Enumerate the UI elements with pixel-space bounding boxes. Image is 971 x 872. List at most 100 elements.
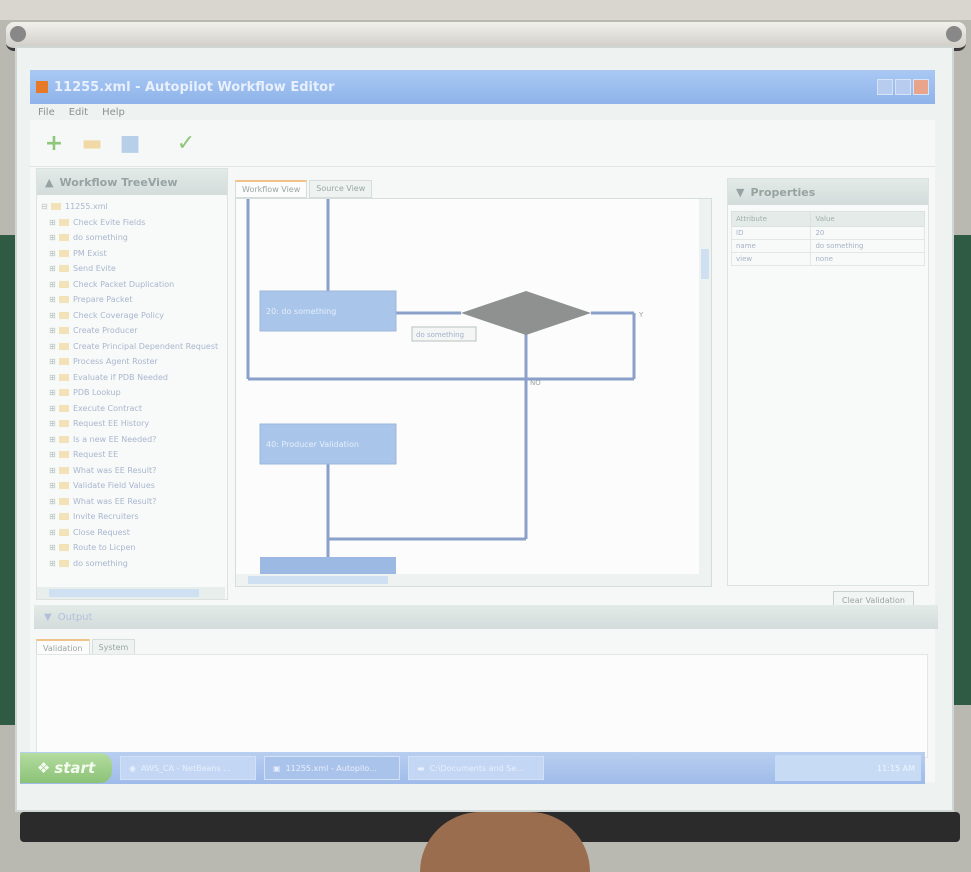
tree-item[interactable]: ⊞ do something — [39, 230, 225, 246]
menu-help[interactable]: Help — [102, 107, 125, 118]
expand-icon[interactable]: ⊞ — [49, 215, 57, 231]
canvas-horizontal-scrollbar[interactable] — [236, 574, 711, 586]
expand-icon[interactable]: ⊞ — [49, 432, 57, 448]
collapse-up-icon[interactable]: ▲ — [45, 176, 53, 189]
expand-icon[interactable]: ⊞ — [49, 494, 57, 510]
folder-icon — [59, 389, 69, 397]
expand-icon[interactable]: ⊞ — [49, 447, 57, 463]
collapse-down-icon[interactable]: ▼ — [736, 186, 744, 199]
tree-item[interactable]: ⊞ PDB Lookup — [39, 385, 225, 401]
expand-icon[interactable]: ⊞ — [49, 323, 57, 339]
taskbar-item[interactable]: ▬ C:\Documents and Se... — [408, 756, 544, 780]
expand-icon[interactable]: ⊞ — [49, 416, 57, 432]
tree-item[interactable]: ⊞ Invite Recruiters — [39, 509, 225, 525]
tree-item[interactable]: ⊞ Close Request — [39, 525, 225, 541]
table-cell[interactable]: do something — [810, 239, 925, 253]
scroll-thumb[interactable] — [248, 576, 388, 584]
tree-item[interactable]: ⊞ Prepare Packet — [39, 292, 225, 308]
table-row[interactable]: view none — [730, 252, 925, 266]
tree-item[interactable]: ⊞ Check Coverage Policy — [39, 308, 225, 324]
workflow-canvas[interactable]: 20: do something do something Y NO 40: P… — [235, 198, 712, 587]
expand-icon[interactable]: ⊞ — [49, 277, 57, 293]
tree-item[interactable]: ⊞ Check Evite Fields — [39, 215, 225, 231]
taskbar-item[interactable]: ▣ 11255.xml - Autopilo... — [264, 756, 400, 780]
tab-source-view[interactable]: Source View — [309, 180, 373, 198]
expand-icon[interactable]: ⊞ — [49, 401, 57, 417]
column-header[interactable]: Value — [810, 211, 925, 227]
expand-icon[interactable]: ⊞ — [49, 370, 57, 386]
expand-icon[interactable]: ⊞ — [49, 292, 57, 308]
tree-item-label: Check Evite Fields — [73, 217, 146, 227]
taskbar-item[interactable]: ◉ AWS_CA - NetBeans ... — [120, 756, 256, 780]
netbeans-icon: ◉ — [129, 763, 136, 773]
table-row[interactable]: name do something — [730, 239, 925, 253]
tree-item-label: do something — [73, 233, 128, 242]
tree-item[interactable]: ⊞ PM Exist — [39, 246, 225, 262]
table-cell: ID — [730, 226, 812, 240]
minimize-button[interactable] — [877, 79, 893, 95]
close-button[interactable] — [913, 79, 929, 95]
tree-item[interactable]: ⊞ Request EE History — [39, 416, 225, 432]
canvas-vertical-scrollbar[interactable] — [699, 199, 711, 574]
table-cell[interactable]: 20 — [810, 226, 925, 240]
column-header[interactable]: Attribute — [730, 211, 812, 227]
workflow-tree-panel: ▲ Workflow TreeView ⊟ 11255.xml ⊞ Check Ev… — [36, 168, 228, 600]
tree-item[interactable]: ⊞ Check Packet Duplication — [39, 277, 225, 293]
tree-item-label: Evaluate if PDB Needed — [73, 372, 168, 382]
expand-icon[interactable]: ⊞ — [49, 525, 57, 541]
expand-icon[interactable]: ⊞ — [49, 261, 57, 277]
clock[interactable]: 11:15 AM — [877, 764, 915, 773]
roller-cap-left — [10, 26, 26, 42]
tree-item[interactable]: ⊞ Route to Licpen — [39, 540, 225, 556]
table-row[interactable]: ID 20 — [730, 226, 925, 240]
expand-icon[interactable]: ⊞ — [49, 463, 57, 479]
maximize-button[interactable] — [895, 79, 911, 95]
expand-icon[interactable]: ⊞ — [49, 556, 57, 572]
menu-edit[interactable]: Edit — [69, 107, 88, 118]
start-button[interactable]: ❖ start — [20, 753, 112, 783]
expand-icon[interactable]: ⊞ — [49, 385, 57, 401]
tree-root[interactable]: ⊟ 11255.xml — [39, 199, 225, 215]
expand-icon[interactable]: ⊞ — [49, 478, 57, 494]
menu-file[interactable]: File — [38, 107, 55, 118]
tree-item-label: Prepare Packet — [73, 295, 133, 304]
table-cell[interactable]: none — [810, 252, 925, 266]
tree-item[interactable]: ⊞ Is a new EE Needed? — [39, 432, 225, 448]
expand-icon[interactable]: ⊞ — [49, 509, 57, 525]
tree-item[interactable]: ⊞ Send Evite — [39, 261, 225, 277]
scroll-thumb[interactable] — [701, 249, 709, 279]
tab-workflow-view[interactable]: Workflow View — [235, 180, 308, 198]
expand-icon[interactable]: ⊞ — [49, 540, 57, 556]
scroll-thumb[interactable] — [49, 589, 199, 597]
tree-item[interactable]: ⊞ What was EE Result? — [39, 463, 225, 479]
expand-icon[interactable]: ⊞ — [49, 308, 57, 324]
tree-item[interactable]: ⊞ Process Agent Roster — [39, 354, 225, 370]
add-icon[interactable]: + — [40, 129, 68, 157]
expand-icon[interactable]: ⊞ — [49, 339, 57, 355]
decision-node[interactable] — [461, 291, 591, 335]
tree-item[interactable]: ⊞ Evaluate if PDB Needed — [39, 370, 225, 386]
validate-checkmark-icon[interactable]: ✓ — [172, 129, 200, 157]
tree-item[interactable]: ⊞ Execute Contract — [39, 401, 225, 417]
tree-item[interactable]: ⊞ Validate Field Values — [39, 478, 225, 494]
tree-item[interactable]: ⊞ Request EE — [39, 447, 225, 463]
expand-icon[interactable]: ⊞ — [49, 230, 57, 246]
open-folder-icon[interactable]: ▬ — [78, 129, 106, 157]
save-icon[interactable]: ■ — [116, 129, 144, 157]
folder-icon — [59, 234, 69, 242]
tree-item[interactable]: ⊞ Create Producer — [39, 323, 225, 339]
tree-root-label: 11255.xml — [65, 202, 108, 211]
title-bar[interactable]: 11255.xml - Autopilot Workflow Editor — [30, 70, 935, 104]
tree-item[interactable]: ⊞ do something — [39, 556, 225, 572]
collapse-down-icon[interactable]: ▼ — [44, 612, 52, 623]
output-area[interactable] — [36, 654, 928, 758]
tree-item[interactable]: ⊞ Create Principal Dependent Request — [39, 339, 225, 355]
expand-icon[interactable]: ⊞ — [49, 246, 57, 262]
tree-item[interactable]: ⊞ What was EE Result? — [39, 494, 225, 510]
tree-horizontal-scrollbar[interactable] — [37, 587, 225, 599]
edge-label-no: NO — [530, 379, 541, 387]
output-header[interactable]: ▼ Output — [34, 605, 938, 629]
expand-icon[interactable]: ⊞ — [49, 354, 57, 370]
collapse-icon[interactable]: ⊟ — [41, 199, 49, 215]
app-window: 11255.xml - Autopilot Workflow Editor Fi… — [30, 70, 938, 782]
